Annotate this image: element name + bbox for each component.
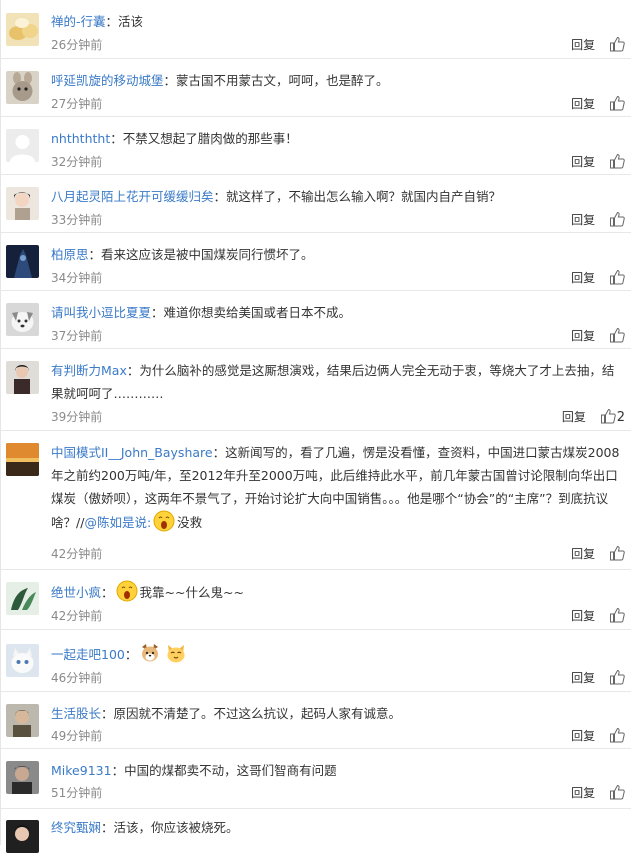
comment-text-after: 没救 <box>177 515 203 530</box>
avatar[interactable] <box>6 361 39 394</box>
avatar[interactable] <box>6 245 39 278</box>
comment-text: 原因就不清楚了。不过这么抗议，起码人家有诚意。 <box>113 706 402 721</box>
like-thumb-icon[interactable] <box>609 36 625 55</box>
username[interactable]: 八月起灵陌上花开可缓缓归矣 <box>51 189 214 204</box>
reply-button[interactable]: 回复 <box>571 786 595 800</box>
avatar[interactable] <box>6 71 39 104</box>
cat-face-emoji-icon <box>165 642 187 664</box>
comment-text: 蒙古国不用蒙古文，呵呵，也是醉了。 <box>176 73 389 88</box>
comment-item: Mike9131：中国的煤都卖不动，这哥们智商有问题 51分钟前 回复 <box>1 749 631 809</box>
like-thumb-icon[interactable] <box>609 607 625 626</box>
username[interactable]: 绝世小疯 <box>51 585 101 600</box>
username[interactable]: 请叫我小逗比夏夏 <box>51 305 151 320</box>
reply-button[interactable]: 回复 <box>571 271 595 285</box>
comment-item: 请叫我小逗比夏夏：难道你想卖给美国或者日本不成。 37分钟前 回复 <box>1 291 631 349</box>
username[interactable]: 柏原思 <box>51 247 89 262</box>
timestamp: 37分钟前 <box>51 329 103 343</box>
comment-item: 有判断力Max：为什么脑补的感觉是这厮想演戏，结果后边俩人完全无动于衷，等烧大了… <box>1 349 631 431</box>
avatar[interactable] <box>6 443 39 476</box>
username[interactable]: 生活股长 <box>51 706 101 721</box>
comment-item: 生活股长：原因就不清楚了。不过这么抗议，起码人家有诚意。 49分钟前 回复 <box>1 692 631 749</box>
username[interactable]: 终究甄娴 <box>51 820 101 835</box>
dog-face-emoji-icon <box>139 642 161 664</box>
like-thumb-icon[interactable] <box>609 211 625 230</box>
like-thumb-icon[interactable] <box>609 784 625 803</box>
like-thumb-icon[interactable] <box>609 327 625 346</box>
username[interactable]: 禅的-行囊 <box>51 14 106 29</box>
avatar[interactable] <box>6 187 39 220</box>
comment-item: nhthththt：不禁又想起了腊肉做的那些事！ 32分钟前 回复 <box>1 117 631 175</box>
comment-text: 我靠~~什么鬼~~ <box>139 585 244 600</box>
comment-item: 终究甄娴：活该，你应该被烧死。 <box>1 809 631 853</box>
like-thumb-icon[interactable] <box>609 269 625 288</box>
comment-item: 中国模式II__John_Bayshare：这新闻写的，看了几遍，愣是没看懂，查… <box>1 431 631 570</box>
comment-list: 禅的-行囊：活该 26分钟前 回复 呼延凯旋的移动城堡：蒙古国不用蒙古文，呵呵，… <box>0 0 638 853</box>
yawn-emoji-icon <box>116 580 138 602</box>
timestamp: 42分钟前 <box>51 609 103 623</box>
username[interactable]: 有判断力Max <box>51 363 127 378</box>
avatar[interactable] <box>6 582 39 615</box>
timestamp: 49分钟前 <box>51 729 103 743</box>
like-thumb-icon[interactable] <box>609 95 625 114</box>
timestamp: 33分钟前 <box>51 213 103 227</box>
avatar[interactable] <box>6 129 39 162</box>
reply-button[interactable]: 回复 <box>571 155 595 169</box>
timestamp: 46分钟前 <box>51 671 103 685</box>
reply-button[interactable]: 回复 <box>571 329 595 343</box>
yawn-emoji-icon <box>153 510 175 532</box>
avatar[interactable] <box>6 13 39 46</box>
reply-button[interactable]: 回复 <box>571 547 595 561</box>
avatar[interactable] <box>6 761 39 794</box>
username[interactable]: Mike9131 <box>51 763 112 778</box>
reply-button[interactable]: 回复 <box>571 97 595 111</box>
timestamp: 39分钟前 <box>51 410 103 424</box>
username[interactable]: 中国模式II__John_Bayshare <box>51 445 213 460</box>
mention-link[interactable]: @陈如是说: <box>84 515 151 530</box>
reply-button[interactable]: 回复 <box>571 213 595 227</box>
comment-item: 柏原思：看来这应该是被中国煤炭同行惯坏了。 34分钟前 回复 <box>1 233 631 291</box>
comment-item: 八月起灵陌上花开可缓缓归矣：就这样了，不输出怎么输入啊？就国内自产自销？ 33分… <box>1 175 631 233</box>
avatar[interactable] <box>6 820 39 853</box>
timestamp: 42分钟前 <box>51 547 103 561</box>
reply-button[interactable]: 回复 <box>571 609 595 623</box>
username[interactable]: nhthththt <box>51 131 110 146</box>
comment-item: 呼延凯旋的移动城堡：蒙古国不用蒙古文，呵呵，也是醉了。 27分钟前 回复 <box>1 59 631 117</box>
like-thumb-icon[interactable] <box>600 408 616 427</box>
comment-item: 禅的-行囊：活该 26分钟前 回复 <box>1 0 631 59</box>
comment-item: 一起走吧100： 46分钟前 回复 <box>1 630 631 692</box>
reply-button[interactable]: 回复 <box>571 38 595 52</box>
comment-text: 就这样了，不输出怎么输入啊？就国内自产自销？ <box>226 189 502 204</box>
comment-text: 活该 <box>118 14 144 29</box>
avatar[interactable] <box>6 704 39 737</box>
comment-text: 看来这应该是被中国煤炭同行惯坏了。 <box>101 247 314 262</box>
like-thumb-icon[interactable] <box>609 727 625 746</box>
timestamp: 32分钟前 <box>51 155 103 169</box>
comment-text: 中国的煤都卖不动，这哥们智商有问题 <box>124 763 337 778</box>
comment-item: 绝世小疯： 我靠~~什么鬼~~ 42分钟前 回复 <box>1 570 631 630</box>
avatar[interactable] <box>6 644 39 677</box>
reply-button[interactable]: 回复 <box>571 729 595 743</box>
comment-text: 活该，你应该被烧死。 <box>113 820 239 835</box>
comment-text: 难道你想卖给美国或者日本不成。 <box>163 305 352 320</box>
timestamp: 51分钟前 <box>51 786 103 800</box>
avatar[interactable] <box>6 303 39 336</box>
like-thumb-icon[interactable] <box>609 153 625 172</box>
comment-text: 不禁又想起了腊肉做的那些事！ <box>122 131 298 146</box>
like-thumb-icon[interactable] <box>609 545 625 564</box>
reply-button[interactable]: 回复 <box>562 410 586 424</box>
timestamp: 27分钟前 <box>51 97 103 111</box>
username[interactable]: 呼延凯旋的移动城堡 <box>51 73 164 88</box>
timestamp: 34分钟前 <box>51 271 103 285</box>
like-thumb-icon[interactable] <box>609 669 625 688</box>
username[interactable]: 一起走吧100 <box>51 647 125 662</box>
reply-button[interactable]: 回复 <box>571 671 595 685</box>
timestamp: 26分钟前 <box>51 38 103 52</box>
like-count: 2 <box>616 410 625 425</box>
